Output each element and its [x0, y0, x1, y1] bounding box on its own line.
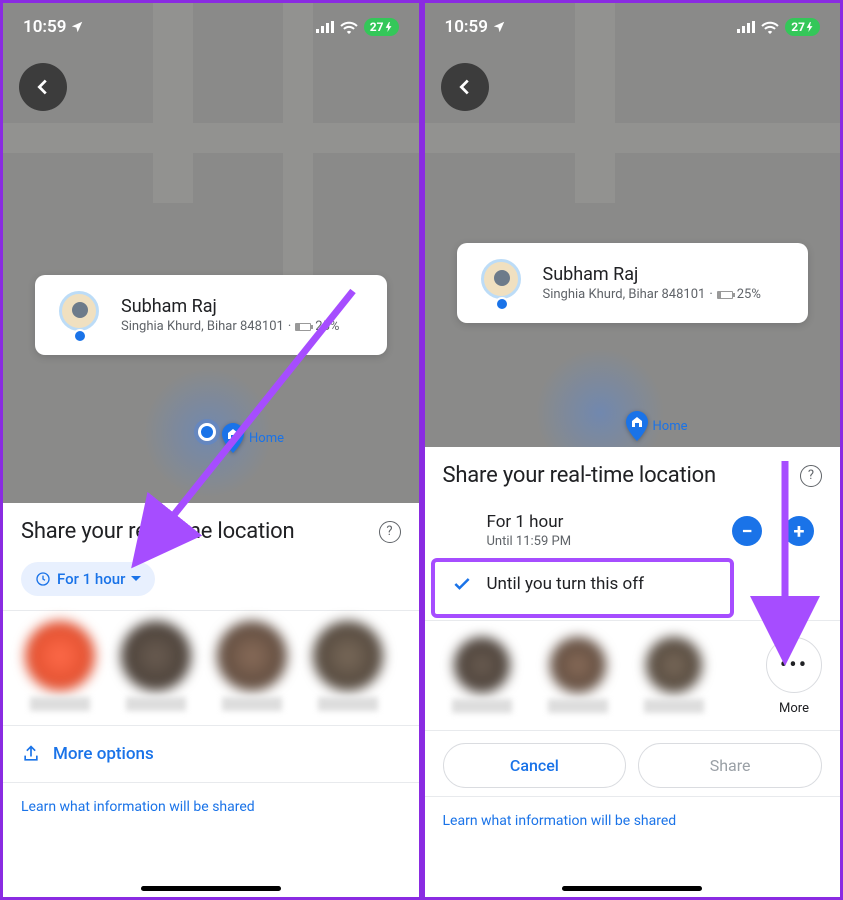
person-avatar — [473, 255, 529, 311]
home-pin-icon — [625, 411, 649, 441]
contact-item[interactable] — [213, 621, 291, 711]
more-button[interactable]: ••• — [766, 637, 822, 693]
share-icon — [21, 744, 41, 764]
person-location-card[interactable]: Subham Raj Singhia Khurd, Bihar 848101 ·… — [457, 243, 809, 323]
cancel-button[interactable]: Cancel — [443, 743, 627, 788]
cell-signal-icon — [316, 21, 334, 33]
wifi-icon — [340, 21, 358, 34]
home-pin-icon — [221, 423, 245, 453]
contact-item[interactable] — [443, 637, 521, 713]
person-avatar — [51, 287, 107, 343]
battery-mini-icon — [717, 291, 733, 299]
status-time: 10:59 — [445, 17, 488, 37]
person-name: Subham Raj — [543, 264, 761, 285]
wifi-icon — [761, 21, 779, 34]
option-until-off[interactable]: Until you turn this off — [443, 561, 823, 606]
status-bar: 10:59 27 — [3, 3, 419, 51]
sheet-title: Share your real-time location — [21, 519, 294, 544]
back-button[interactable] — [19, 63, 67, 111]
contact-item[interactable] — [21, 621, 99, 711]
share-sheet: Share your real-time location ? For 1 ho… — [3, 503, 419, 897]
contacts-row — [3, 610, 419, 725]
status-time: 10:59 — [23, 17, 66, 37]
battery-indicator: 27 — [785, 18, 820, 36]
cell-signal-icon — [737, 21, 755, 33]
share-button[interactable]: Share — [638, 743, 822, 788]
person-address: Singhia Khurd, Bihar 848101 · 25% — [543, 287, 761, 302]
sheet-title: Share your real-time location — [443, 463, 716, 488]
option-for-1-hour[interactable]: For 1 hour Until 11:59 PM − + — [443, 500, 823, 561]
chevron-left-icon — [32, 76, 54, 98]
location-arrow-icon — [70, 20, 84, 34]
learn-link[interactable]: Learn what information will be shared — [3, 782, 419, 845]
home-indicator[interactable] — [141, 886, 281, 891]
person-address: Singhia Khurd, Bihar 848101 · 25% — [121, 319, 339, 334]
help-icon[interactable]: ? — [800, 465, 822, 487]
contacts-row: ••• More — [425, 620, 841, 730]
clock-icon — [35, 571, 51, 587]
share-sheet: Share your real-time location ? For 1 ho… — [425, 447, 841, 897]
check-icon — [452, 574, 472, 594]
contact-item[interactable] — [539, 637, 617, 713]
learn-link[interactable]: Learn what information will be shared — [425, 796, 841, 855]
minus-button[interactable]: − — [732, 516, 762, 546]
duration-options: For 1 hour Until 11:59 PM − + Until you … — [425, 500, 841, 620]
location-arrow-icon — [492, 20, 506, 34]
battery-indicator: 27 — [364, 18, 399, 36]
back-button[interactable] — [441, 63, 489, 111]
duration-chip[interactable]: For 1 hour — [21, 562, 155, 596]
person-location-card[interactable]: Subham Raj Singhia Khurd, Bihar 848101 ·… — [35, 275, 387, 355]
contact-item[interactable] — [309, 621, 387, 711]
home-pin[interactable]: Home — [625, 411, 688, 441]
right-screenshot: 10:59 27 Subham Raj Singhia Khurd, Bihar… — [422, 0, 843, 900]
person-name: Subham Raj — [121, 296, 339, 317]
help-icon[interactable]: ? — [379, 521, 401, 543]
caret-down-icon — [131, 574, 141, 584]
contact-item[interactable] — [117, 621, 195, 711]
current-location-dot — [198, 423, 216, 441]
contact-item[interactable] — [635, 637, 713, 713]
plus-button[interactable]: + — [784, 516, 814, 546]
chevron-left-icon — [454, 76, 476, 98]
left-screenshot: 10:59 27 Subham Raj Singhia Khurd, Bihar… — [0, 0, 422, 900]
home-pin[interactable]: Home — [221, 423, 284, 453]
battery-mini-icon — [295, 323, 311, 331]
more-options-button[interactable]: More options — [3, 725, 419, 782]
status-bar: 10:59 27 — [425, 3, 841, 51]
home-indicator[interactable] — [562, 886, 702, 891]
